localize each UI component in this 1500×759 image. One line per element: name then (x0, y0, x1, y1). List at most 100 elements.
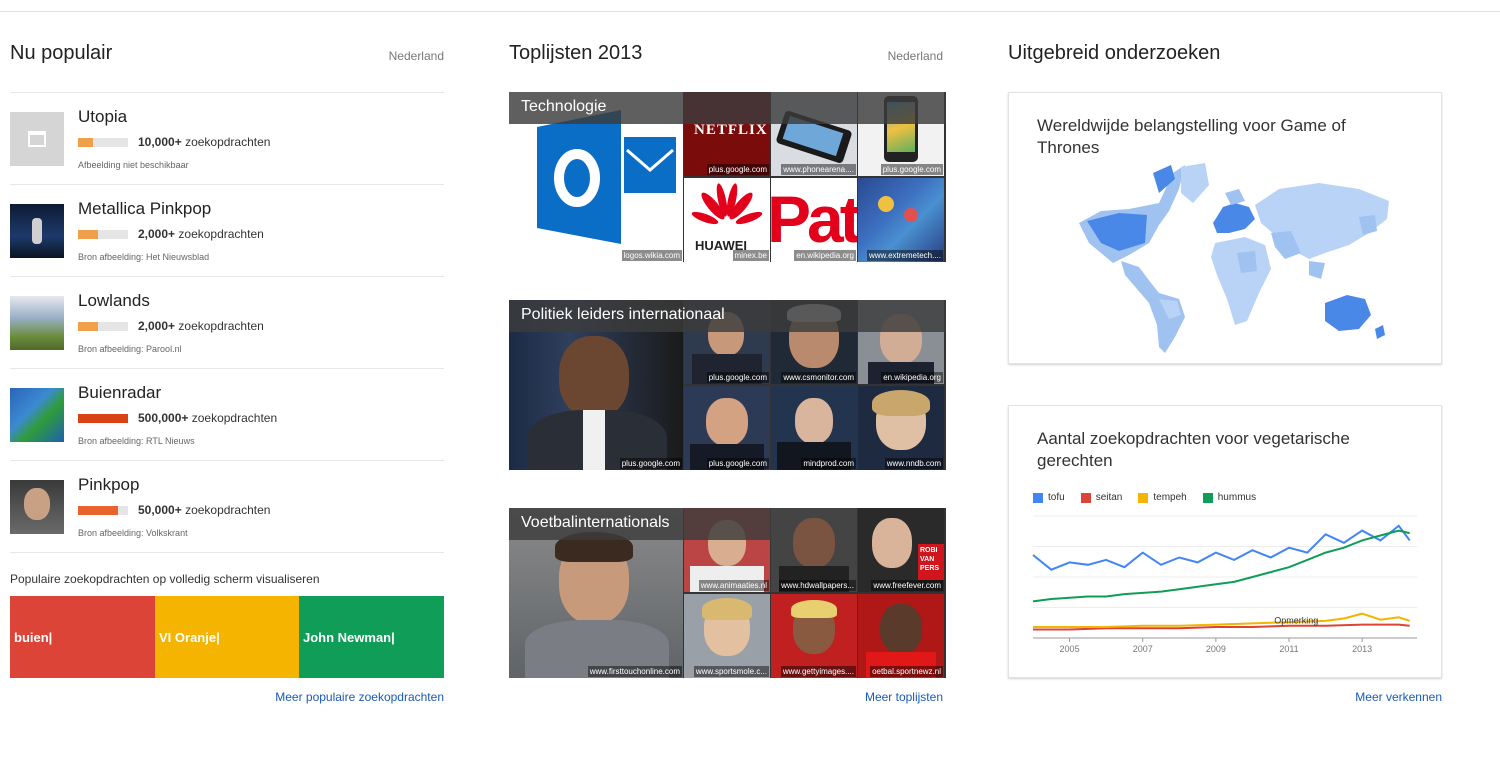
x-tick-label: 2011 (1279, 644, 1298, 654)
image-source: plus.google.com (619, 458, 682, 469)
popular-region-selector[interactable]: Nederland (389, 49, 444, 63)
explore-section: Uitgebreid onderzoeken Wereldwijde belan… (1008, 38, 1442, 718)
toplist-image-4[interactable]: ROBI VAN PERS www.freefever.com (858, 508, 944, 592)
trend-count: 2,000+ zoekopdrachten (138, 227, 264, 241)
trend-item[interactable]: Buienradar 500,000+ zoekopdrachten Bron af… (10, 369, 444, 461)
trend-count-unit: zoekopdrachten (178, 227, 264, 241)
visualize-fullscreen-link[interactable]: Populaire zoekopdrachten op volledig sch… (10, 572, 320, 586)
trend-image-source: Bron afbeelding: RTL Nieuws (78, 436, 195, 446)
series-line-hummus[interactable] (1032, 529, 1410, 603)
explore-title: Uitgebreid onderzoeken (1008, 42, 1221, 64)
x-tick-label: 2005 (1060, 644, 1080, 654)
toplists-title: Toplijsten 2013 (509, 42, 643, 64)
more-popular-link[interactable]: Meer populaire zoekopdrachten (275, 690, 444, 704)
popular-section: Nu populair Nederland Utopia 10,000+ zoek… (10, 38, 444, 718)
chart-annotation[interactable]: Opmerking (1274, 615, 1318, 625)
toplist-technology[interactable]: logos.wikia.com NETFLIX plus.google.com … (509, 92, 946, 262)
trend-thumbnail[interactable] (10, 112, 64, 166)
image-source: www.freefever.com (871, 580, 943, 591)
trend-thumbnail[interactable] (10, 480, 64, 534)
image-source: logos.wikia.com (621, 250, 682, 261)
viz-tile-1[interactable]: buien| (10, 596, 155, 678)
toplists-section: Toplijsten 2013 Nederland logos.wikia.co… (509, 38, 946, 718)
trend-image-source: Bron afbeelding: Parool.nl (78, 344, 182, 354)
trend-list: Utopia 10,000+ zoekopdrachten Afbeelding n… (10, 92, 444, 553)
trend-item[interactable]: Metallica Pinkpop 2,000+ zoekopdrachten Br… (10, 185, 444, 277)
trend-count-unit: zoekopdrachten (185, 503, 271, 517)
trend-volume-bar (78, 230, 128, 239)
image-source: plus.google.com (706, 164, 769, 175)
trend-image-source: Afbeelding niet beschikbaar (78, 160, 189, 170)
trend-count-value: 2,000+ (138, 227, 176, 241)
trend-title[interactable]: Buienradar (78, 383, 161, 403)
toplist-image-7[interactable]: www.nndb.com (858, 386, 944, 470)
image-source: www.animaaties.nl (698, 580, 769, 591)
toplist-title: Politiek leiders internationaal (509, 300, 946, 332)
trend-volume-fill (78, 506, 118, 515)
trend-item[interactable]: Lowlands 2,000+ zoekopdrachten Bron afbeel… (10, 277, 444, 369)
series-line-tofu[interactable] (1032, 524, 1411, 571)
more-explore-link[interactable]: Meer verkennen (1355, 690, 1442, 704)
trend-volume-bar (78, 322, 128, 331)
image-source: www.sportsmole.c... (693, 666, 769, 677)
image-source: www.firsttouchonline.com (587, 666, 682, 677)
trend-count-value: 2,000+ (138, 319, 176, 333)
trend-item[interactable]: Pinkpop 50,000+ zoekopdrachten Bron afbeel… (10, 461, 444, 553)
trend-volume-fill (78, 414, 128, 423)
image-source: www.phonearena.... (781, 164, 856, 175)
chart-card[interactable]: Aantal zoekopdrachten voor vegetarische … (1008, 405, 1442, 678)
toplist-image-extremetech[interactable]: www.extremetech.... (858, 178, 944, 262)
world-map (1079, 163, 1389, 353)
image-source: www.gettyimages.... (780, 666, 856, 677)
toplist-image-3[interactable]: www.hdwallpapers... (771, 508, 857, 592)
top-divider (0, 11, 1500, 12)
trend-volume-bar (78, 506, 128, 515)
image-source: www.hdwallpapers... (779, 580, 856, 591)
toplist-image-7[interactable]: oetbal.sportnewz.nl (858, 594, 944, 678)
image-source: www.nndb.com (884, 458, 943, 469)
trend-thumbnail[interactable] (10, 204, 64, 258)
trend-title[interactable]: Utopia (78, 107, 127, 127)
trend-thumbnail[interactable] (10, 388, 64, 442)
visualize-tiles[interactable]: buien| VI Oranje| John Newman| (10, 596, 444, 678)
image-source: plus.google.com (880, 164, 943, 175)
toplist-politics[interactable]: plus.google.com plus.google.com www.csmo… (509, 300, 946, 470)
trend-title[interactable]: Metallica Pinkpop (78, 199, 211, 219)
toplist-image-wikipedia[interactable]: Pat en.wikipedia.org (771, 178, 857, 262)
netflix-logo-text: NETFLIX (694, 122, 768, 138)
trend-volume-bar (78, 138, 128, 147)
trend-thumbnail[interactable] (10, 296, 64, 350)
toplist-title: Technologie (509, 92, 946, 124)
x-tick-label: 2007 (1133, 644, 1153, 654)
trend-volume-fill (78, 322, 98, 331)
image-source: www.extremetech.... (866, 250, 943, 261)
more-toplists-link[interactable]: Meer toplijsten (865, 690, 943, 704)
toplist-image-huawei[interactable]: HUAWEI minex.be (684, 178, 770, 262)
trend-title[interactable]: Lowlands (78, 291, 150, 311)
image-source: plus.google.com (706, 372, 769, 383)
trend-count-unit: zoekopdrachten (178, 319, 264, 333)
trend-count-value: 10,000+ (138, 135, 182, 149)
image-source: oetbal.sportnewz.nl (870, 666, 943, 677)
trend-item[interactable]: Utopia 10,000+ zoekopdrachten Afbeelding n… (10, 93, 444, 185)
viz-tile-2[interactable]: VI Oranje| (155, 596, 299, 678)
trend-chart: 2005 2007 2009 2011 2013 Opmerking (1032, 515, 1417, 654)
trend-title[interactable]: Pinkpop (78, 475, 139, 495)
map-card[interactable]: Wereldwijde belangstelling voor Game of … (1008, 92, 1442, 364)
trend-count: 10,000+ zoekopdrachten (138, 135, 270, 149)
image-source: en.wikipedia.org (881, 372, 943, 383)
image-unavailable-icon (28, 131, 46, 147)
image-source: plus.google.com (706, 458, 769, 469)
toplist-image-6[interactable]: www.gettyimages.... (771, 594, 857, 678)
toplist-image-6[interactable]: mindprod.com (771, 386, 857, 470)
toplist-image-5[interactable]: plus.google.com (684, 386, 770, 470)
toplist-football[interactable]: www.firsttouchonline.com www.animaaties.… (509, 508, 946, 678)
viz-tile-3[interactable]: John Newman| (299, 596, 444, 678)
toplist-image-5[interactable]: www.sportsmole.c... (684, 594, 770, 678)
toplists-region-selector[interactable]: Nederland (888, 49, 943, 63)
x-tick-label: 2013 (1352, 644, 1372, 654)
trend-count: 500,000+ zoekopdrachten (138, 411, 277, 425)
image-source: minex.be (732, 250, 769, 261)
trend-count-unit: zoekopdrachten (185, 135, 271, 149)
trend-count: 2,000+ zoekopdrachten (138, 319, 264, 333)
